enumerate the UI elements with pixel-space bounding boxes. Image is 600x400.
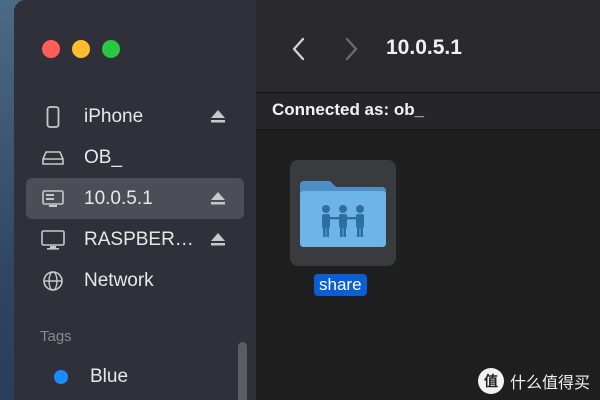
tag-color-dot <box>54 369 68 384</box>
window-controls <box>42 40 120 58</box>
watermark-badge: 值 <box>477 368 504 394</box>
close-button[interactable] <box>42 40 60 58</box>
finder-window: iPhone OB_ 10.0.5.1 RASPBER… Network Tag… <box>14 0 600 400</box>
watermark-text: 什么值得买 <box>509 375 590 392</box>
site-watermark: 值 什么值得买 <box>477 368 590 394</box>
globe-icon <box>40 270 66 292</box>
sidebar-item-label: OB_ <box>84 146 123 168</box>
drive-icon <box>40 147 66 169</box>
folder-label[interactable]: share <box>314 274 367 296</box>
server-icon <box>40 188 66 210</box>
sidebar-locations: iPhone OB_ 10.0.5.1 RASPBER… Network <box>14 96 256 301</box>
window-title: 10.0.5.1 <box>386 36 462 59</box>
connection-bar: Connected as: ob_ <box>256 93 600 130</box>
display-icon <box>40 229 66 251</box>
sidebar-item-label: Blue <box>90 365 129 387</box>
sidebar-item-server[interactable]: 10.0.5.1 <box>26 178 244 219</box>
eject-icon[interactable] <box>210 190 226 206</box>
sidebar-item-label: Network <box>84 269 154 291</box>
phone-icon <box>40 105 66 128</box>
back-button[interactable] <box>288 36 310 62</box>
tags-section-title: Tags <box>40 328 72 345</box>
minimize-button[interactable] <box>72 40 90 58</box>
zoom-button[interactable] <box>102 40 120 58</box>
eject-icon[interactable] <box>210 108 226 124</box>
main-pane: 10.0.5.1 Connected as: ob_ share <box>256 0 600 400</box>
shared-folder-icon <box>290 160 396 266</box>
sidebar-item-network[interactable]: Network <box>26 260 244 301</box>
forward-button[interactable] <box>340 36 362 62</box>
eject-icon[interactable] <box>210 231 226 247</box>
sidebar: iPhone OB_ 10.0.5.1 RASPBER… Network Tag… <box>14 0 257 400</box>
sidebar-tag-blue[interactable]: Blue <box>40 356 128 397</box>
sidebar-scrollbar[interactable] <box>238 342 247 400</box>
sidebar-item-ob[interactable]: OB_ <box>26 137 244 178</box>
sidebar-item-raspberry[interactable]: RASPBER… <box>26 219 244 260</box>
connection-status: Connected as: ob_ <box>272 100 425 119</box>
toolbar: 10.0.5.1 <box>256 0 600 93</box>
folder-item-share[interactable]: share <box>290 160 398 296</box>
sidebar-item-iphone[interactable]: iPhone <box>26 96 244 137</box>
